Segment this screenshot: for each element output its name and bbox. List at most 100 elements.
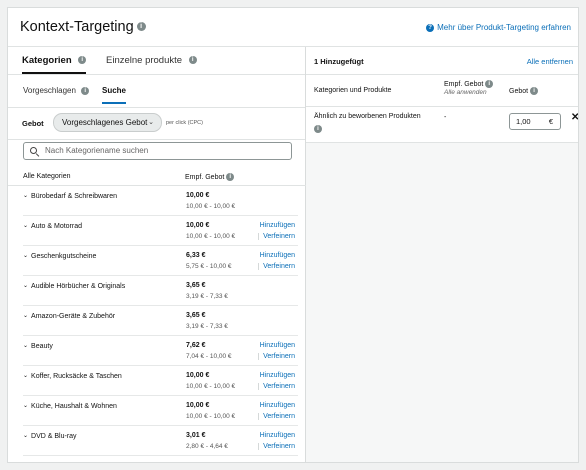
learn-more-link[interactable]: ? Mehr über Produkt-Targeting erfahren <box>426 23 571 32</box>
suggested-bid-range: 10,00 € - 10,00 € <box>186 233 236 240</box>
suggested-bid-range: 2,80 € - 4,64 € <box>186 443 228 450</box>
category-name[interactable]: ⌄ Geschenkgutscheine <box>23 253 96 260</box>
col-categories-products: Kategorien und Produkte <box>314 87 392 94</box>
info-icon[interactable]: i <box>485 80 494 88</box>
add-category-button[interactable]: Hinzufügen <box>260 402 295 409</box>
col-suggested-bid-label: Empf. Gebot <box>185 173 225 181</box>
chevron-down-icon[interactable]: ⌄ <box>23 282 28 289</box>
chevron-down-icon: ⌄ <box>148 119 154 126</box>
add-category-button[interactable]: Hinzufügen <box>260 222 295 229</box>
add-category-button[interactable]: Hinzufügen <box>260 342 295 349</box>
added-header: 1 Hinzugefügt Alle entfernen <box>306 47 578 75</box>
category-name[interactable]: ⌄ Auto & Motorrad <box>23 223 82 230</box>
category-name-text: Küche, Haushalt & Wohnen <box>31 403 117 410</box>
category-list: ⌄ Bürobedarf & Schreibwaren 10,00 € 10,00 €… <box>8 186 306 463</box>
tab-products[interactable]: Einzelne produkte i <box>106 55 197 66</box>
suggested-bid-range: 7,04 € - 10,00 € <box>186 353 232 360</box>
chevron-down-icon[interactable]: ⌄ <box>23 312 28 319</box>
info-icon[interactable]: i <box>81 86 90 95</box>
per-click-note: per click (CPC) <box>166 120 203 126</box>
added-columns: Kategorien und Produkte Empf. Gebot i Al… <box>306 75 578 107</box>
col-suggested-label: Empf. Gebot <box>444 80 484 88</box>
category-row: ⌄ Amazon-Geräte & Zubehör 3,65 € 3,19 € - 7… <box>8 306 306 336</box>
chevron-down-icon[interactable]: ⌄ <box>23 222 28 229</box>
info-icon[interactable]: i <box>188 56 197 65</box>
info-icon[interactable]: i <box>314 125 322 133</box>
bid-input[interactable]: 1,00 € <box>509 113 561 130</box>
apply-all-link[interactable]: Alle anwenden <box>444 89 487 96</box>
refine-category-button[interactable]: Verfeinern <box>258 413 295 420</box>
bid-type-value: Vorgeschlagenes Gebot <box>62 118 148 127</box>
tab-categories[interactable]: Kategorien i <box>22 55 87 74</box>
bid-input-value: 1,00 <box>516 117 531 126</box>
category-row: ⌄ Bürobedarf & Schreibwaren 10,00 € 10,00 €… <box>8 186 306 216</box>
chevron-down-icon[interactable]: ⌄ <box>23 372 28 379</box>
info-icon[interactable]: i <box>226 173 235 181</box>
info-icon[interactable]: i <box>78 56 87 65</box>
added-panel: 1 Hinzugefügt Alle entfernen Kategorien … <box>306 47 578 462</box>
clear-all-link[interactable]: Alle entfernen <box>527 57 573 66</box>
add-category-button[interactable]: Hinzufügen <box>260 432 295 439</box>
chevron-down-icon[interactable]: ⌄ <box>23 252 28 259</box>
add-category-button[interactable]: Hinzufügen <box>260 372 295 379</box>
chevron-down-icon[interactable]: ⌄ <box>23 402 28 409</box>
suggested-bid-range: 3,19 € - 7,33 € <box>186 293 228 300</box>
search-icon <box>30 147 37 154</box>
currency-symbol: € <box>548 117 553 126</box>
added-item-suggested-bid: - <box>444 114 447 121</box>
info-icon[interactable]: i <box>530 87 539 95</box>
tab-underline <box>102 102 127 104</box>
learn-more-text: Mehr über Produkt-Targeting erfahren <box>437 23 571 32</box>
main-tabs: Kategorien i Einzelne produkte i <box>8 47 305 75</box>
close-icon[interactable]: ✕ <box>571 112 578 123</box>
col-suggested-bid: Empf. Gebot i <box>185 173 235 181</box>
category-name[interactable]: ⌄ Bürobedarf & Schreibwaren <box>23 193 117 200</box>
bid-setting: Gebot Vorgeschlagenes Gebot ⌄ per click … <box>8 108 305 140</box>
suggested-bid-value: 10,00 € <box>186 462 209 463</box>
category-list-header: Alle Kategorien Empf. Gebot i <box>8 168 306 186</box>
suggested-bid-value: 3,65 € <box>186 282 206 289</box>
tab-suggested[interactable]: Vorgeschlagen i <box>23 86 90 95</box>
sub-tabs: Vorgeschlagen i Suche <box>8 75 305 108</box>
category-name[interactable]: ⌄ Amazon-Geräte & Zubehör <box>23 313 115 320</box>
suggested-bid-range: 10,00 € - 10,00 € <box>186 413 236 420</box>
page-title-text: Kontext-Targeting <box>20 19 134 35</box>
category-search-input[interactable]: Nach Kategoriename suchen <box>23 142 292 160</box>
col-suggested-bid: Empf. Gebot i <box>444 80 494 88</box>
chevron-down-icon[interactable]: ⌄ <box>23 432 28 439</box>
category-row: ⌄ Beauty 7,62 € 7,04 € - 10,00 € Hinzufügen V… <box>8 336 306 366</box>
tab-suggested-label: Vorgeschlagen <box>23 86 76 95</box>
chevron-down-icon[interactable]: ⌄ <box>23 462 28 463</box>
category-name-text: Amazon-Geräte & Zubehör <box>31 313 116 320</box>
refine-category-button[interactable]: Verfeinern <box>258 443 295 450</box>
help-icon: ? <box>426 23 435 32</box>
chevron-down-icon[interactable]: ⌄ <box>23 342 28 349</box>
category-name[interactable]: ⌄ Beauty <box>23 343 53 350</box>
refine-category-button[interactable]: Verfeinern <box>258 383 295 390</box>
category-name[interactable]: ⌄ Audible Hörbücher & Originals <box>23 283 125 290</box>
suggested-bid-range: 5,75 € - 10,00 € <box>186 263 232 270</box>
suggested-bid-value: 10,00 € <box>186 402 210 409</box>
refine-category-button[interactable]: Verfeinern <box>258 233 295 240</box>
category-name[interactable]: ⌄ Koffer, Rucksäcke & Taschen <box>23 373 122 380</box>
info-icon[interactable]: i <box>136 21 146 31</box>
bid-type-dropdown[interactable]: Vorgeschlagenes Gebot ⌄ <box>53 113 162 132</box>
category-name[interactable]: ⌄ DVD & Blu-ray <box>23 433 77 440</box>
add-category-button[interactable]: Hinzufügen <box>260 252 295 259</box>
chevron-down-icon[interactable]: ⌄ <box>23 192 28 199</box>
search-placeholder: Nach Kategoriename suchen <box>45 146 149 155</box>
category-row: ⌄ Küche, Haushalt & Wohnen 10,00 € 10,00 € … <box>8 396 306 426</box>
category-name-text: Geschenkgutscheine <box>31 253 97 260</box>
tab-search[interactable]: Suche <box>102 86 127 104</box>
suggested-bid-range: 10,00 € - 10,00 € <box>186 203 236 210</box>
category-name-text: Audible Hörbücher & Originals <box>31 283 126 290</box>
col-all-categories: Alle Kategorien <box>23 173 71 180</box>
category-name[interactable]: ⌄ Küche, Haushalt & Wohnen <box>23 403 117 410</box>
added-item: Ähnlich zu beworbenen Produkten i - 1,00… <box>306 107 578 143</box>
refine-category-button[interactable]: Verfeinern <box>258 263 295 270</box>
refine-category-button[interactable]: Verfeinern <box>258 353 295 360</box>
category-row: ⌄ Geschenkgutscheine 6,33 € 5,75 € - 10,00 … <box>8 246 306 276</box>
suggested-bid-value: 3,01 € <box>186 432 206 439</box>
tab-products-label: Einzelne produkte <box>106 55 183 66</box>
panel-header: Kontext-Targeting i ? Mehr über Produkt-Ta… <box>8 8 578 47</box>
